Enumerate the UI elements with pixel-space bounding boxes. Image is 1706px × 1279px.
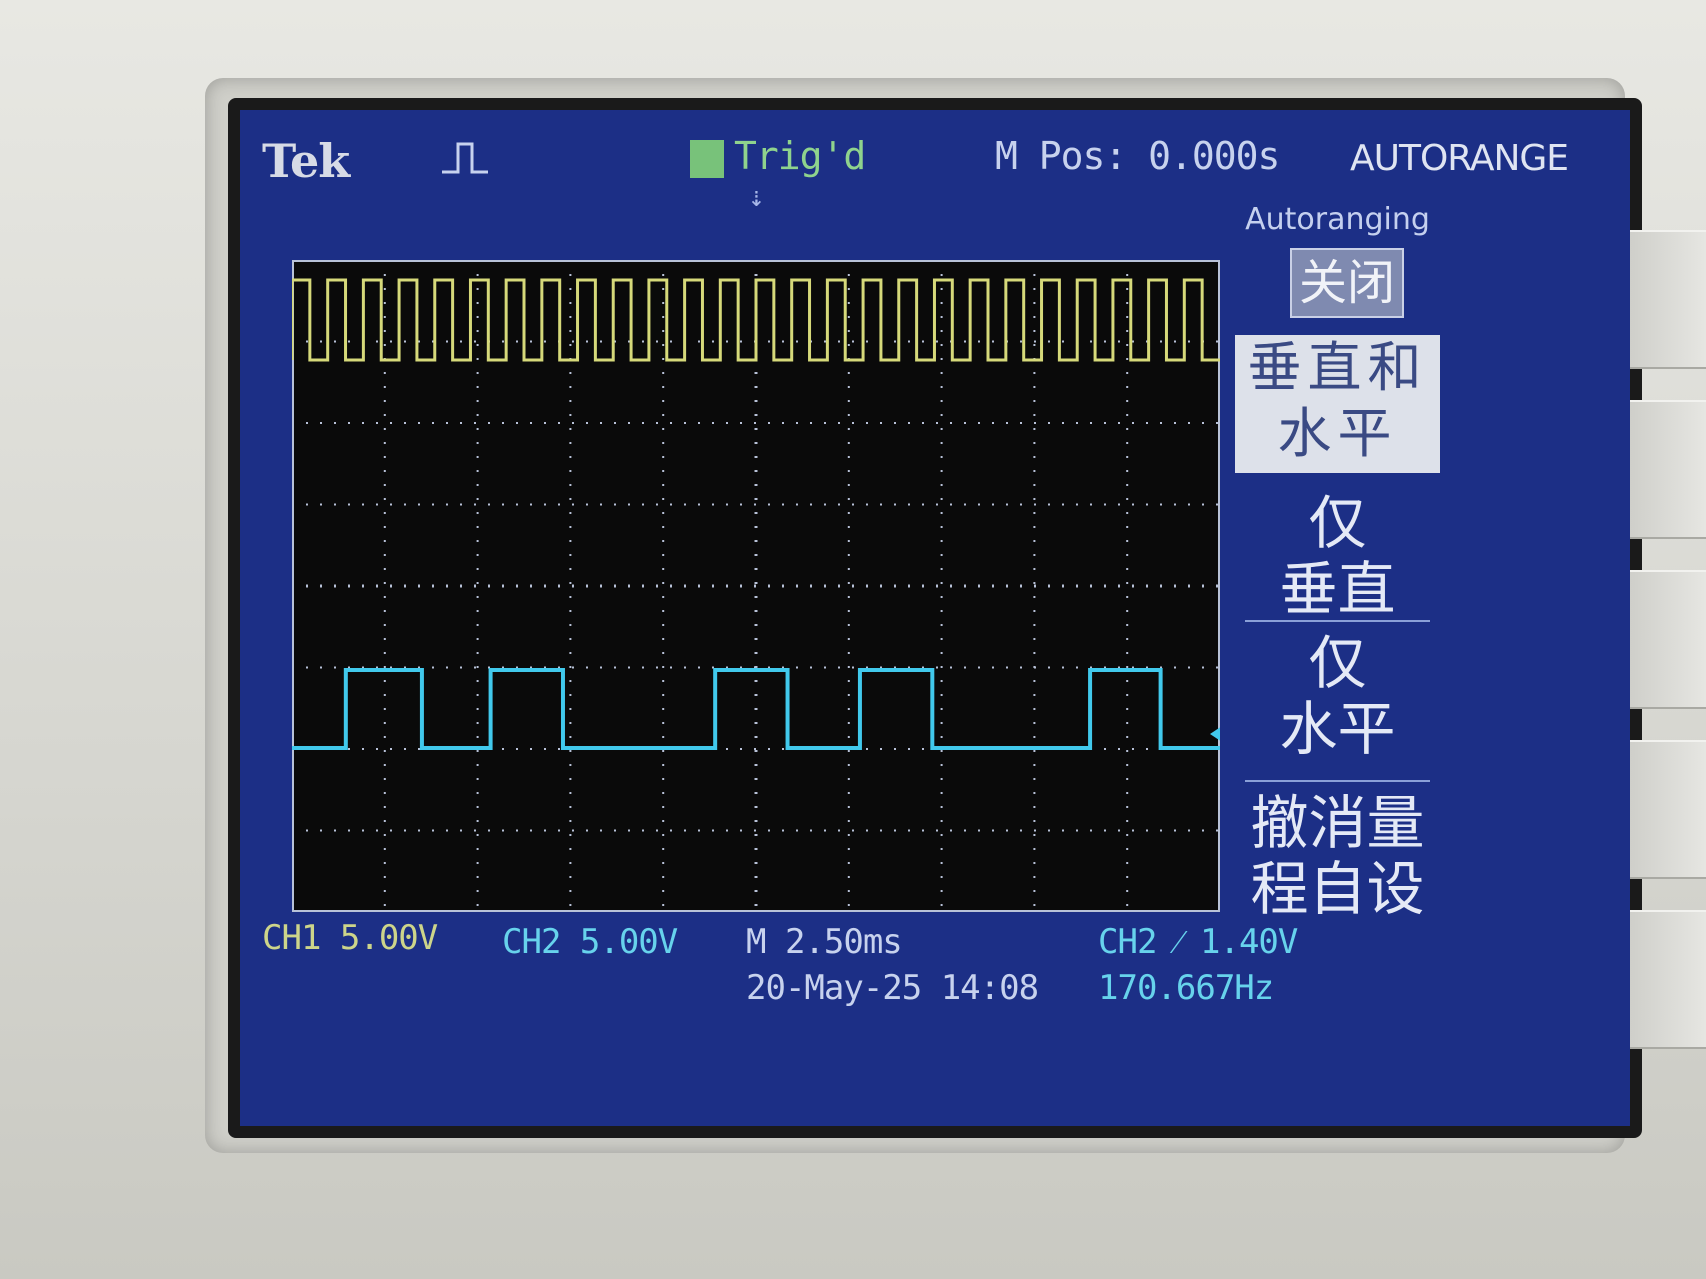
menu-option-horizontal-line1: 仅: [1308, 629, 1367, 697]
trigger-status-label: Trig'd: [734, 134, 866, 178]
menu-option-horizontal-only[interactable]: 仅 水平: [1235, 630, 1440, 762]
date-time-readout: 20-May-25 14:08: [746, 968, 1039, 1008]
frequency-readout: 170.667Hz: [1098, 968, 1274, 1008]
menu-option-both-line2: 水平: [1277, 402, 1398, 465]
brand-label: Tek: [262, 134, 350, 188]
bezel-button-3[interactable]: [1630, 570, 1706, 709]
menu-mode-title: AUTORANGE: [1350, 138, 1569, 179]
menu-option-both-line1: 垂直和: [1247, 336, 1428, 399]
timebase-readout: M 2.50ms: [746, 922, 903, 962]
menu-option-off[interactable]: 关闭: [1290, 248, 1404, 318]
menu-option-vertical-line1: 仅: [1308, 489, 1367, 557]
rising-edge-icon: [442, 142, 488, 174]
menu-divider: [1245, 780, 1430, 782]
bezel-button-2[interactable]: [1630, 400, 1706, 539]
autorange-menu: Autoranging 关闭 垂直和 水平 仅 垂直 仅 水平 撤消量 程自设: [1235, 190, 1440, 930]
menu-title: Autoranging: [1245, 202, 1430, 237]
ch1-scale-readout: CH1 5.00V: [262, 918, 438, 958]
menu-option-undo-autoset[interactable]: 撤消量 程自设: [1235, 790, 1440, 922]
trigger-level-readout: CH2 ⁄ 1.40V: [1098, 922, 1298, 962]
menu-option-vertical-line2: 垂直: [1279, 555, 1396, 623]
menu-option-undo-line1: 撤消量: [1250, 789, 1425, 857]
waveform-display: 1 2: [292, 260, 1220, 912]
bezel-button-column: [1630, 230, 1706, 1050]
trigger-arrow-icon: ⇣: [748, 180, 765, 213]
menu-option-vertical-only[interactable]: 仅 垂直: [1235, 490, 1440, 622]
menu-option-vertical-and-horizontal[interactable]: 垂直和 水平: [1235, 335, 1440, 473]
menu-option-undo-line2: 程自设: [1250, 855, 1425, 923]
ch2-scale-readout: CH2 5.00V: [502, 922, 678, 962]
oscilloscope-screen: Tek Trig'd M Pos: 0.000s AUTORANGE ⇣ 1 2…: [228, 98, 1642, 1138]
bezel-button-5[interactable]: [1630, 910, 1706, 1049]
bezel-button-4[interactable]: [1630, 740, 1706, 879]
trig-box-icon: [690, 139, 724, 178]
trigger-status: Trig'd: [690, 134, 866, 178]
bezel-button-1[interactable]: [1630, 230, 1706, 369]
menu-divider: [1245, 620, 1430, 622]
menu-option-horizontal-line2: 水平: [1279, 695, 1396, 763]
main-position-readout: M Pos: 0.000s: [995, 134, 1280, 178]
